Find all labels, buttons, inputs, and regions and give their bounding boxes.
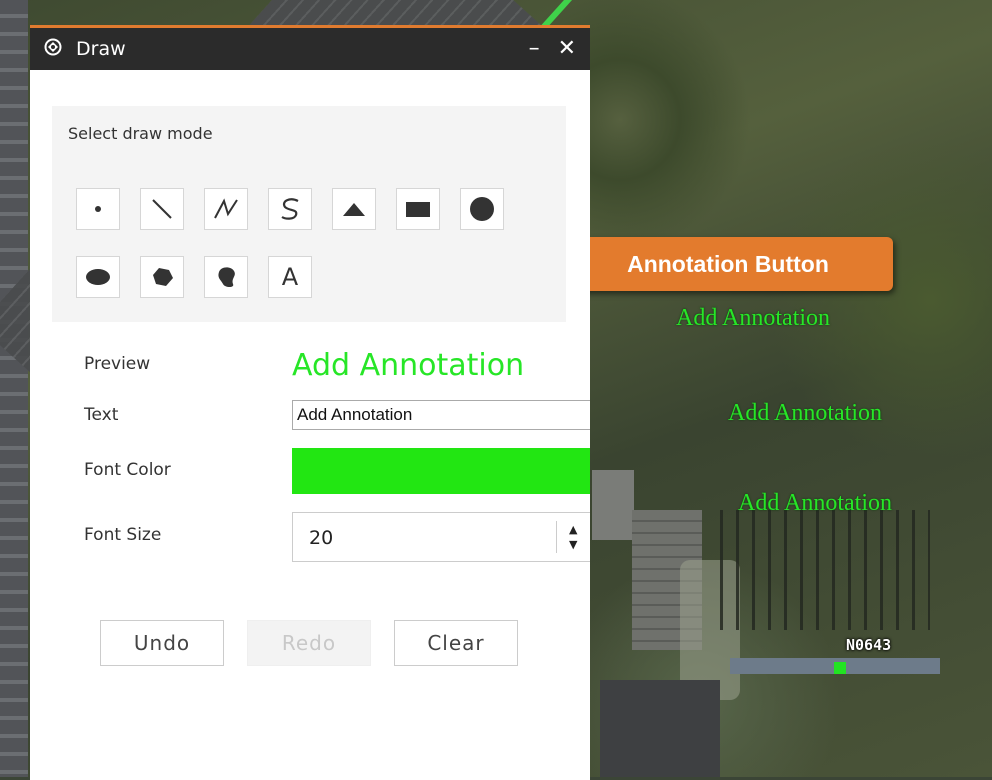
font-size-label: Font Size — [84, 525, 162, 545]
clear-button[interactable]: Clear — [394, 620, 518, 666]
text-annotation-tool-button[interactable]: A — [268, 256, 312, 298]
circle-icon — [470, 197, 494, 221]
minimize-button[interactable]: – — [529, 38, 540, 60]
freehand-polyline-tool-button[interactable] — [268, 188, 312, 230]
point-icon — [95, 206, 101, 212]
line-icon — [152, 199, 172, 219]
circle-tool-button[interactable] — [460, 188, 504, 230]
polyline-tool-button[interactable] — [204, 188, 248, 230]
text-icon: A — [281, 263, 299, 291]
ellipse-icon — [86, 269, 110, 285]
freehand-polygon-tool-button[interactable] — [204, 256, 248, 298]
map-road-left — [0, 0, 28, 777]
annotation-text-input[interactable] — [292, 400, 590, 430]
draw-widget-icon — [44, 38, 62, 61]
rectangle-icon — [406, 202, 430, 217]
font-size-value: 20 — [309, 527, 334, 549]
map-feature-label: N0643 — [846, 636, 892, 654]
close-button[interactable]: ✕ — [558, 38, 576, 60]
annotation-preview: Add Annotation — [292, 348, 525, 383]
rectangle-tool-button[interactable] — [396, 188, 440, 230]
font-color-picker[interactable] — [292, 448, 590, 494]
triangle-tool-button[interactable] — [332, 188, 376, 230]
spin-down-icon[interactable]: ▼ — [569, 538, 577, 551]
polygon-icon — [153, 268, 173, 286]
text-label: Text — [84, 405, 119, 425]
map-building — [592, 470, 634, 540]
ellipse-tool-button[interactable] — [76, 256, 120, 298]
draw-panel: Draw – ✕ Select draw mode A Preview Add … — [30, 25, 590, 780]
polygon-tool-button[interactable] — [140, 256, 184, 298]
map-structure — [720, 510, 930, 630]
annotation-button-callout: Annotation Button — [563, 237, 893, 291]
spin-up-icon[interactable]: ▲ — [569, 523, 577, 536]
preview-label: Preview — [84, 354, 151, 374]
map-annotation[interactable]: Add Annotation — [676, 305, 830, 332]
undo-button[interactable]: Undo — [100, 620, 224, 666]
polyline-icon — [214, 198, 238, 219]
freehand-polyline-icon — [281, 198, 299, 220]
freehand-polygon-icon — [218, 267, 235, 287]
triangle-icon — [343, 203, 365, 216]
map-road-bottom — [600, 680, 720, 777]
font-size-stepper[interactable]: 20 ▲ ▼ — [292, 512, 590, 562]
draw-mode-section: Select draw mode A — [52, 106, 566, 322]
draw-mode-label: Select draw mode — [68, 124, 213, 143]
font-color-label: Font Color — [84, 460, 171, 480]
line-tool-button[interactable] — [140, 188, 184, 230]
panel-titlebar[interactable]: Draw – ✕ — [30, 28, 590, 70]
map-point-marker[interactable] — [834, 662, 846, 674]
point-tool-button[interactable] — [76, 188, 120, 230]
map-annotation[interactable]: Add Annotation — [728, 400, 882, 427]
font-size-spinner: ▲ ▼ — [556, 521, 590, 553]
panel-title: Draw — [76, 38, 126, 60]
redo-button[interactable]: Redo — [247, 620, 371, 666]
map-annotation[interactable]: Add Annotation — [738, 490, 892, 517]
